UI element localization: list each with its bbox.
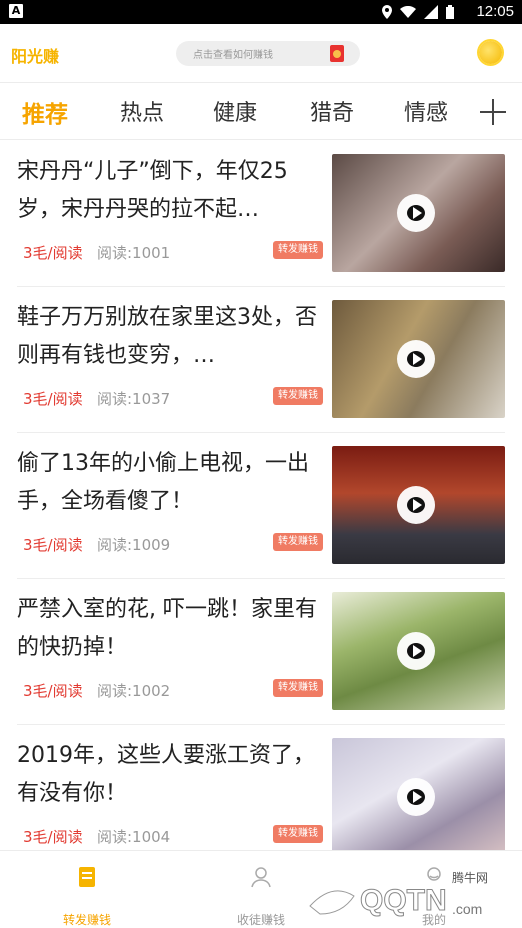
users-icon: [251, 867, 271, 888]
read-count: 阅读:1004: [97, 828, 171, 846]
reward-rate: 3毛/阅读: [23, 682, 83, 700]
battery-icon: [446, 5, 454, 19]
list-item[interactable]: 2019年，这些人要涨工资了，有没有你！ 3毛/阅读 阅读:1004 转发赚钱: [0, 725, 522, 850]
nav-label: 转发赚钱: [62, 913, 111, 927]
list-item[interactable]: 鞋子万万别放在家里这3处，否则再有钱也变穷，… 3毛/阅读 阅读:1037 转发…: [0, 287, 522, 433]
article-title: 2019年，这些人要涨工资了，有没有你！: [17, 743, 315, 806]
share-earn-badge[interactable]: 转发赚钱: [273, 387, 323, 405]
wifi-icon: [400, 6, 416, 18]
signal-icon: [424, 5, 438, 19]
tab-curiosity[interactable]: 猎奇: [310, 95, 354, 127]
watermark-site: QQTN: [360, 884, 447, 917]
article-title: 严禁入室的花, 吓一跳！家里有的快扔掉！: [17, 597, 317, 660]
location-icon: [382, 5, 392, 19]
article-title: 宋丹丹“儿子”倒下，年仅25岁，宋丹丹哭的拉不起…: [17, 159, 288, 222]
share-earn-badge[interactable]: 转发赚钱: [273, 825, 323, 843]
document-icon: [79, 867, 95, 887]
reward-rate: 3毛/阅读: [23, 828, 83, 846]
video-thumbnail[interactable]: [332, 592, 505, 710]
share-earn-badge[interactable]: 转发赚钱: [273, 533, 323, 551]
earn-guide-bar[interactable]: 点击查看如何赚钱: [176, 41, 360, 66]
article-title: 偷了13年的小偷上电视，一出手，全场看傻了！: [17, 451, 309, 514]
article-title: 鞋子万万别放在家里这3处，否则再有钱也变穷，…: [17, 305, 317, 368]
share-earn-badge[interactable]: 转发赚钱: [273, 679, 323, 697]
status-bar: A 12:05: [0, 0, 522, 24]
site-watermark: QQTN .com 腾牛网: [309, 870, 488, 918]
add-tab-icon[interactable]: [480, 99, 506, 125]
reward-rate: 3毛/阅读: [23, 390, 83, 408]
play-icon[interactable]: [397, 194, 435, 232]
watermark-suffix: .com: [452, 901, 482, 917]
reward-rate: 3毛/阅读: [23, 536, 83, 554]
app-header: 阳光赚 点击查看如何赚钱: [0, 24, 522, 82]
video-thumbnail[interactable]: [332, 446, 505, 564]
read-count: 阅读:1001: [97, 244, 171, 262]
list-item[interactable]: 偷了13年的小偷上电视，一出手，全场看傻了！ 3毛/阅读 阅读:1009 转发赚…: [0, 433, 522, 579]
reward-rate: 3毛/阅读: [23, 244, 83, 262]
share-earn-badge[interactable]: 转发赚钱: [273, 241, 323, 259]
read-count: 阅读:1002: [97, 682, 171, 700]
video-thumbnail[interactable]: [332, 154, 505, 272]
video-thumbnail[interactable]: [332, 300, 505, 418]
list-item[interactable]: 严禁入室的花, 吓一跳！家里有的快扔掉！ 3毛/阅读 阅读:1002 转发赚钱: [0, 579, 522, 725]
play-icon[interactable]: [397, 340, 435, 378]
notification-icon: A: [9, 4, 23, 18]
article-feed: 宋丹丹“儿子”倒下，年仅25岁，宋丹丹哭的拉不起… 3毛/阅读 阅读:1001 …: [0, 141, 522, 850]
list-item[interactable]: 宋丹丹“儿子”倒下，年仅25岁，宋丹丹哭的拉不起… 3毛/阅读 阅读:1001 …: [0, 141, 522, 287]
video-thumbnail[interactable]: [332, 738, 505, 850]
coin-icon[interactable]: [479, 41, 502, 64]
tab-emotion[interactable]: 情感: [404, 95, 448, 127]
play-icon[interactable]: [397, 486, 435, 524]
red-envelope-icon: [330, 45, 344, 62]
category-tabs: 推荐 热点 健康 猎奇 情感: [0, 82, 522, 140]
read-count: 阅读:1009: [97, 536, 171, 554]
earn-guide-text: 点击查看如何赚钱: [193, 50, 273, 61]
status-icons: [382, 4, 454, 20]
status-time: 12:05: [476, 3, 514, 20]
read-count: 阅读:1037: [97, 390, 171, 408]
tab-recommend[interactable]: 推荐: [22, 95, 68, 129]
tab-hot[interactable]: 热点: [120, 95, 164, 127]
tab-health[interactable]: 健康: [213, 95, 257, 127]
play-icon[interactable]: [397, 778, 435, 816]
play-icon[interactable]: [397, 632, 435, 670]
watermark-tag: 腾牛网: [452, 870, 488, 885]
app-name: 阳光赚: [11, 47, 60, 66]
nav-share-earn[interactable]: 转发赚钱: [27, 865, 147, 928]
